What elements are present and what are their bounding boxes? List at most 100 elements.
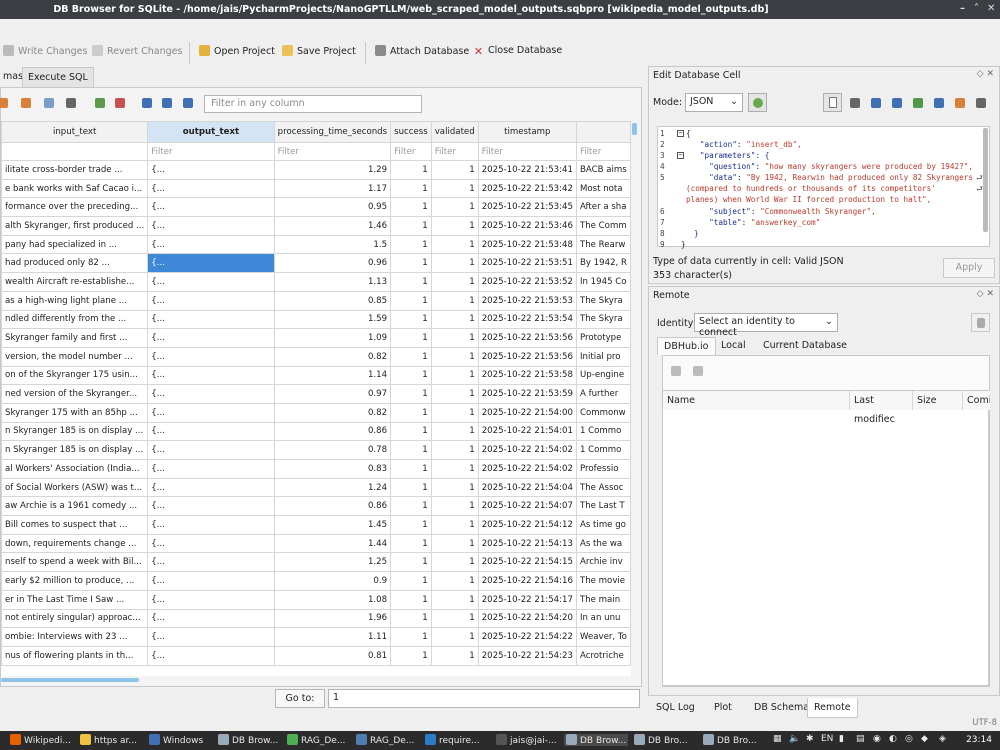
tray-icon[interactable]: ◐ [889, 734, 897, 744]
mode-select[interactable]: JSON ⌄ [685, 93, 743, 112]
table-cell[interactable]: ombie: Interviews with 23 ... [1, 627, 149, 647]
maximize-button[interactable]: ˄ [974, 3, 979, 14]
text-mode-button[interactable] [823, 93, 842, 112]
table-cell[interactable]: 1 [390, 608, 432, 629]
auto-format-button[interactable] [748, 93, 767, 112]
table-row[interactable]: not entirely singular) approac... {... 1.9… [1, 608, 631, 629]
table-cell[interactable]: 1 [430, 384, 479, 404]
table-row[interactable]: early $2 million to produce, ... {... 0.9 1… [1, 571, 631, 591]
table-cell[interactable]: 2025-10-22 21:54:12 [477, 515, 577, 535]
table-cell[interactable]: wealth Aircraft re-establishe... [1, 272, 149, 292]
table-cell[interactable]: nus of flowering plants in th... [1, 645, 149, 666]
table-cell[interactable]: 1 [430, 459, 479, 479]
table-cell[interactable]: The Assoc [575, 477, 631, 498]
network-icon[interactable]: ▦ [773, 734, 782, 744]
table-cell[interactable]: 1 [390, 346, 432, 367]
table-cell[interactable]: down, requirements change ... [1, 533, 149, 554]
table-cell[interactable]: 1 [430, 328, 479, 348]
taskbar-item[interactable]: DB Brow... [218, 734, 278, 746]
table-cell[interactable]: {... [147, 589, 275, 610]
table-cell[interactable]: {... [147, 384, 275, 404]
table-cell[interactable]: After a sha [575, 197, 631, 218]
table-cell[interactable]: 1 [390, 178, 432, 199]
insert-record-icon[interactable] [95, 98, 105, 108]
filter-success[interactable]: Filter [390, 142, 432, 161]
table-cell[interactable]: 1 [430, 197, 479, 218]
table-cell[interactable]: 2025-10-22 21:53:54 [477, 309, 577, 330]
table-cell[interactable]: In 1945 Co [575, 272, 631, 292]
table-cell[interactable]: 1.29 [273, 160, 392, 180]
column-header-commit[interactable]: Comi [963, 391, 990, 410]
close-database-button[interactable]: ✕ Close Database [473, 45, 562, 57]
apply-button[interactable]: Apply [943, 258, 995, 278]
clone-icon[interactable] [693, 366, 703, 376]
table-cell[interactable]: 1.24 [273, 477, 392, 498]
bluetooth-icon[interactable]: ✱ [806, 734, 814, 744]
horizontal-scroll-thumb[interactable] [1, 678, 139, 682]
column-header-success[interactable]: success [390, 121, 432, 143]
table-cell[interactable]: er in The Last Time I Saw ... [1, 589, 149, 610]
table-cell[interactable]: {... [147, 178, 275, 199]
table-cell[interactable]: n Skyranger 185 is on display ... [1, 421, 149, 442]
table-cell[interactable]: 2025-10-22 21:54:02 [477, 440, 577, 460]
table-cell[interactable]: aw Archie is a 1961 comedy ... [1, 496, 149, 517]
revert-changes-button[interactable]: Revert Changes [92, 45, 182, 57]
table-cell[interactable]: 1 [430, 608, 479, 629]
table-cell[interactable]: 0.82 [273, 346, 392, 367]
table-cell[interactable]: The movie [575, 571, 631, 591]
table-cell[interactable]: 2025-10-22 21:53:58 [477, 365, 577, 386]
table-cell[interactable]: ilitate cross-border trade ... [1, 160, 149, 180]
table-cell[interactable]: 1 [430, 645, 479, 666]
table-cell[interactable]: 2025-10-22 21:53:45 [477, 197, 577, 218]
tray-icon[interactable]: ◈ [939, 734, 946, 744]
table-cell[interactable]: The Skyra [575, 290, 631, 311]
keyboard-layout[interactable]: EN [821, 734, 833, 744]
table-cell[interactable]: 1 [430, 477, 479, 498]
table-cell[interactable]: 0.81 [273, 645, 392, 666]
tray-icon[interactable]: ◎ [905, 734, 913, 744]
table-row[interactable]: n Skyranger 185 is on display ... {... 0.8… [1, 421, 631, 442]
table-row[interactable]: of Social Workers (ASW) was t... {... 1.24… [1, 477, 631, 498]
tray-icon[interactable]: ◆ [921, 734, 928, 744]
table-row[interactable]: ndled differently from the ... {... 1.59 1 1… [1, 309, 631, 330]
table-cell[interactable]: Initial pro [575, 346, 631, 367]
panel-controls[interactable]: ◇ ✕ [977, 289, 994, 299]
table-cell[interactable]: 1.96 [273, 608, 392, 629]
table-cell[interactable]: Acrotriche [575, 645, 631, 666]
table-cell[interactable]: on of the Skyranger 175 usin... [1, 365, 149, 386]
table-row[interactable]: version, the model number ... {... 0.82 1 1 2… [1, 346, 631, 367]
save-table-icon[interactable] [44, 98, 54, 108]
table-cell[interactable]: As time go [575, 515, 631, 535]
table-cell[interactable]: 1 [390, 365, 432, 386]
table-cell[interactable]: {... [147, 272, 275, 292]
table-cell[interactable]: {... [147, 365, 275, 386]
table-cell[interactable]: 1 [390, 589, 432, 610]
table-cell[interactable]: 1 [430, 216, 479, 236]
goto-button[interactable]: Go to: [275, 689, 325, 708]
table-cell[interactable]: {... [147, 402, 275, 423]
table-cell[interactable]: 1 [390, 272, 432, 292]
table-cell[interactable]: 1 [430, 571, 479, 591]
table-cell[interactable]: ndled differently from the ... [1, 309, 149, 330]
write-changes-button[interactable]: Write Changes [3, 45, 87, 57]
table-cell[interactable]: {... [147, 440, 275, 460]
table-cell[interactable]: {... [147, 346, 275, 367]
table-row[interactable]: on of the Skyranger 175 usin... {... 1.14 1… [1, 365, 631, 386]
table-cell[interactable]: 1 [430, 309, 479, 330]
table-cell[interactable]: BACB aims [575, 160, 631, 180]
table-cell[interactable]: 1 [390, 384, 432, 404]
table-cell[interactable]: Skyranger family and first ... [1, 328, 149, 348]
table-cell[interactable]: 1 [390, 552, 432, 573]
filter-any-column-input[interactable]: Filter in any column [204, 95, 422, 113]
table-cell[interactable]: 2025-10-22 21:53:42 [477, 178, 577, 199]
save-project-button[interactable]: Save Project [282, 45, 356, 57]
attach-database-button[interactable]: Attach Database [375, 45, 469, 57]
table-cell[interactable]: {... [147, 234, 275, 255]
table-cell[interactable]: 2025-10-22 21:54:04 [477, 477, 577, 498]
column-header-name[interactable]: Name [663, 391, 850, 410]
table-cell[interactable]: 2025-10-22 21:53:48 [477, 234, 577, 255]
goto-first-icon[interactable] [142, 98, 152, 108]
table-row[interactable]: aw Archie is a 1961 comedy ... {... 0.86 1 1… [1, 496, 631, 517]
table-cell[interactable]: {... [147, 571, 275, 591]
table-cell[interactable]: 0.97 [273, 384, 392, 404]
